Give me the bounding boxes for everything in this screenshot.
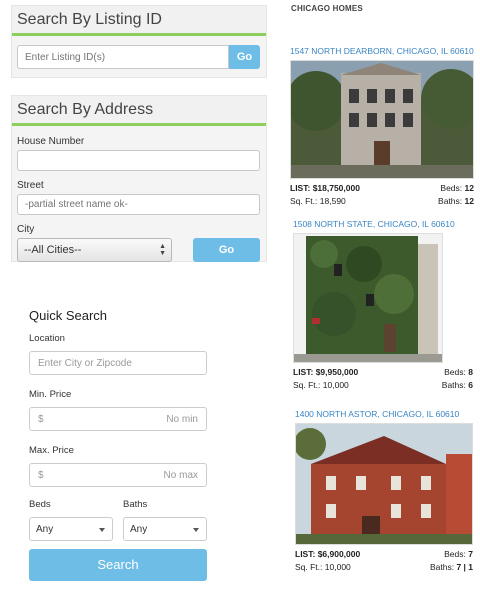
listing-id-input[interactable]: [17, 45, 229, 69]
listing-card: 1400 NORTH ASTOR, CHICAGO, IL 60610 LIST…: [290, 409, 474, 574]
max-price-input[interactable]: $ No max: [29, 463, 207, 487]
sqft-value: 18,590: [319, 196, 346, 206]
sqft-value: 10,000: [322, 380, 349, 390]
listing-details: LIST: $6,900,000 Beds: 7 Sq. Ft.: 10,000…: [290, 548, 473, 574]
min-price-prefix: $: [38, 414, 44, 425]
house-number-input[interactable]: [17, 150, 260, 171]
list-price: $6,900,000: [317, 549, 361, 559]
listing-photo[interactable]: [293, 233, 443, 363]
quick-search-form: Quick Search Location Enter City or Zipc…: [29, 308, 207, 581]
listing-address-link[interactable]: 1547 NORTH DEARBORN, CHICAGO, IL 60610: [290, 46, 474, 56]
listing-details: LIST: $9,950,000 Beds: 8 Sq. Ft.: 10,000…: [290, 366, 473, 392]
baths-label: Baths:: [438, 196, 463, 206]
baths-value: 7 | 1: [456, 562, 473, 572]
min-price-placeholder: No min: [166, 414, 198, 425]
sqft-value: 10,000: [324, 562, 351, 572]
location-label: Location: [29, 333, 65, 344]
location-input[interactable]: Enter City or Zipcode: [29, 351, 207, 375]
beds-label: Beds:: [444, 367, 466, 377]
beds-label: Beds: [29, 499, 51, 510]
sqft-label: Sq. Ft.:: [293, 380, 321, 390]
ivy-building-photo-image: [294, 234, 442, 362]
min-price-input[interactable]: $ No min: [29, 407, 207, 431]
list-label: LIST:: [295, 549, 316, 559]
listing-address-link[interactable]: 1400 NORTH ASTOR, CHICAGO, IL 60610: [290, 409, 474, 419]
beds-value: 12: [464, 183, 474, 193]
address-title: Search By Address: [12, 96, 266, 126]
baths-label: Baths:: [441, 380, 466, 390]
listing-address-link[interactable]: 1508 NORTH STATE, CHICAGO, IL 60610: [290, 219, 474, 229]
city-select[interactable]: --All Cities-- ▲ ▼: [17, 238, 172, 262]
house-number-label: House Number: [17, 136, 85, 147]
baths-label: Baths:: [429, 562, 455, 572]
listing-photo[interactable]: [295, 423, 473, 545]
street-input[interactable]: [17, 194, 260, 215]
beds-label: Beds:: [440, 183, 463, 193]
max-price-label: Max. Price: [29, 445, 74, 456]
address-panel: Search By Address House Number Street Ci…: [11, 95, 267, 262]
beds-label: Beds:: [444, 549, 466, 559]
street-label: Street: [17, 180, 44, 191]
listing-card: 1547 NORTH DEARBORN, CHICAGO, IL 60610 L…: [290, 46, 474, 208]
search-button[interactable]: Search: [29, 549, 207, 581]
list-price: $9,950,000: [315, 367, 359, 377]
brick-house-photo-image: [296, 424, 472, 544]
beds-value: 7: [468, 549, 473, 559]
sqft-label: Sq. Ft.:: [290, 196, 318, 206]
listing-photo[interactable]: [290, 60, 474, 179]
quick-search-title: Quick Search: [29, 308, 108, 323]
city-label: City: [17, 224, 35, 235]
baths-select[interactable]: Any: [123, 517, 207, 541]
beds-select[interactable]: Any: [29, 517, 113, 541]
listing-details: LIST: $18,750,000 Beds: 12 Sq. Ft.: 18,5…: [290, 182, 474, 208]
listing-id-title: Search By Listing ID: [12, 6, 266, 36]
mansion-photo-image: [291, 61, 473, 178]
address-go-button[interactable]: Go: [193, 238, 260, 262]
baths-label: Baths: [123, 499, 148, 510]
listing-card: 1508 NORTH STATE, CHICAGO, IL 60610 LIST…: [290, 219, 474, 392]
beds-value: 8: [468, 367, 473, 377]
caret-down-icon: [99, 528, 105, 532]
list-price: $18,750,000: [312, 183, 360, 193]
min-price-label: Min. Price: [29, 389, 72, 400]
listing-id-panel: Search By Listing ID Go: [11, 5, 267, 78]
select-arrows-icon: ▲ ▼: [159, 243, 166, 257]
city-select-value: --All Cities--: [24, 244, 82, 256]
baths-value: 6: [468, 380, 473, 390]
max-price-placeholder: No max: [163, 470, 198, 481]
listing-id-go-button[interactable]: Go: [229, 45, 260, 69]
caret-down-icon: [193, 528, 199, 532]
baths-select-value: Any: [130, 524, 148, 535]
location-placeholder: Enter City or Zipcode: [38, 358, 132, 369]
beds-select-value: Any: [36, 524, 54, 535]
list-label: LIST:: [290, 183, 311, 193]
sqft-label: Sq. Ft.:: [295, 562, 323, 572]
section-title: CHICAGO HOMES: [291, 4, 363, 13]
max-price-prefix: $: [38, 470, 44, 481]
baths-value: 12: [464, 196, 474, 206]
list-label: LIST:: [293, 367, 314, 377]
